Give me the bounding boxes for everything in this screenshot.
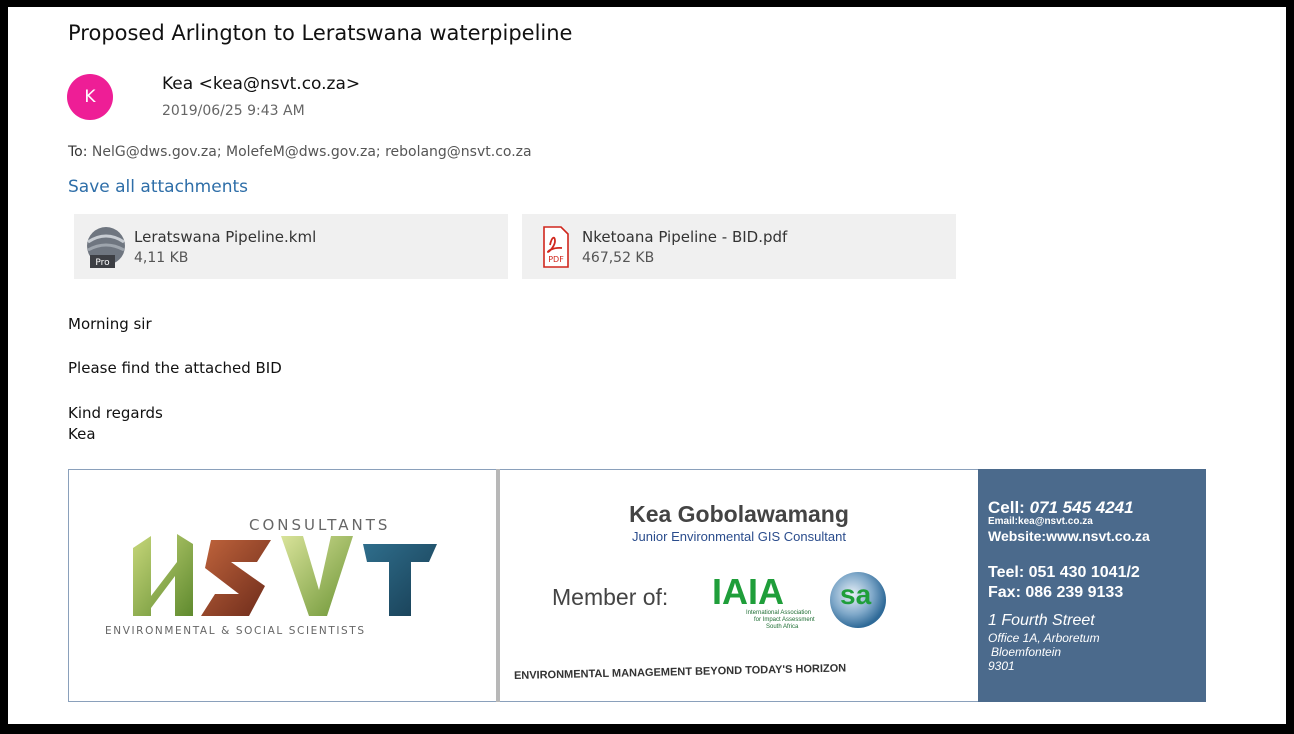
save-all-attachments-link[interactable]: Save all attachments [68, 177, 248, 197]
logo-tagline: ENVIRONMENTAL & SOCIAL SCIENTISTS [105, 625, 366, 637]
nsvt-logo-panel: CONSULTANTS ENVIRONMENTAL & SOCIAL SCIEN… [68, 469, 498, 702]
signature-fax: Fax: 086 239 9133 [988, 584, 1124, 601]
signature-email[interactable]: Email:kea@nsvt.co.za [988, 516, 1093, 527]
attachment-name: Nketoana Pipeline - BID.pdf [582, 227, 788, 246]
sender-name[interactable]: Kea <kea@nsvt.co.za> [162, 74, 360, 94]
pro-badge-text: Pro [95, 258, 110, 268]
email-date: 2019/06/25 9:43 AM [162, 103, 305, 119]
contact-name-panel: Kea Gobolawamang Junior Environmental GI… [500, 469, 978, 702]
to-recipients[interactable]: NelG@dws.gov.za; MolefeM@dws.gov.za; reb… [92, 144, 532, 160]
body-message: Please find the attached BID [68, 359, 282, 377]
cell-label: Cell: [988, 498, 1025, 517]
email-subject: Proposed Arlington to Leratswana waterpi… [68, 21, 573, 45]
body-signoff: Kea [68, 425, 96, 443]
body-greeting: Morning sir [68, 315, 152, 333]
signature-title: Junior Environmental GIS Consultant [632, 529, 846, 544]
signature-name: Kea Gobolawamang [629, 501, 849, 527]
pdf-icon: PDF [522, 222, 582, 272]
attachment-name: Leratswana Pipeline.kml [134, 227, 317, 246]
attachment-pdf[interactable]: PDF Nketoana Pipeline - BID.pdf 467,52 K… [522, 214, 956, 279]
nsvt-logo [133, 534, 437, 616]
body-closing: Kind regards [68, 404, 163, 422]
avatar-letter: K [84, 87, 96, 107]
sender-avatar[interactable]: K [67, 74, 113, 120]
iaia-sub-3: South Africa [766, 624, 799, 630]
signature-address-line: Bloemfontein [991, 645, 1062, 659]
signature-website[interactable]: Website:www.nsvt.co.za [988, 528, 1150, 544]
attachment-kml[interactable]: Pro Leratswana Pipeline.kml 4,11 KB [74, 214, 508, 279]
google-earth-pro-icon: Pro [74, 222, 134, 272]
to-label: To: [68, 144, 88, 160]
signature-address-line: 9301 [988, 659, 1015, 673]
email-signature-banner: CONSULTANTS ENVIRONMENTAL & SOCIAL SCIEN… [68, 469, 1206, 702]
environmental-tagline: ENVIRONMENTAL MANAGEMENT BEYOND TODAY'S … [513, 662, 847, 682]
signature-street: 1 Fourth Street [988, 612, 1095, 629]
member-of-label: Member of: [552, 584, 669, 610]
iaia-sub-2: for Impact Assessment [754, 617, 815, 623]
signature-telephone: Teel: 051 430 1041/2 [988, 564, 1140, 581]
iaia-text: IAIA [712, 571, 784, 612]
iaia-sa-text: sa [840, 579, 872, 610]
iaia-sub-1: International Association [746, 610, 811, 616]
cell-number[interactable]: 071 545 4241 [1030, 498, 1134, 517]
recipients-line: To: NelG@dws.gov.za; MolefeM@dws.gov.za;… [68, 144, 532, 160]
attachment-size: 4,11 KB [134, 249, 189, 266]
contact-details-panel: Cell: 071 545 4241 Email:kea@nsvt.co.za … [978, 469, 1206, 702]
attachment-size: 467,52 KB [582, 249, 655, 266]
iaia-sa-logo: IAIA sa International Association for Im… [712, 571, 886, 630]
pdf-badge-text: PDF [548, 255, 564, 264]
cell-line: Cell: 071 545 4241 [988, 498, 1134, 518]
signature-address-line: Office 1A, Arboretum [988, 631, 1100, 645]
